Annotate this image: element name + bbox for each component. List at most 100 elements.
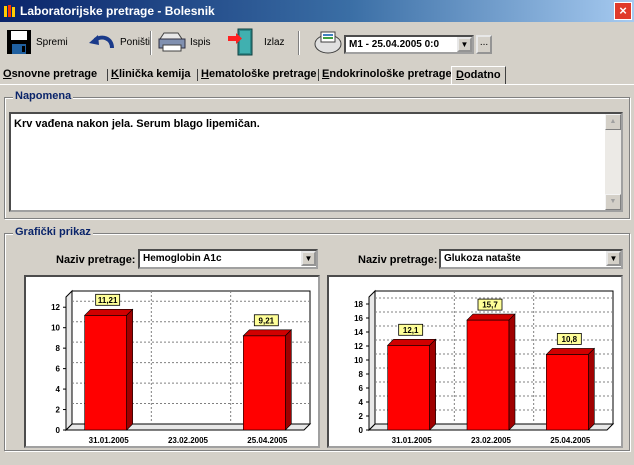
y-tick-label: 12 [354, 342, 363, 351]
tab-separator [197, 69, 198, 81]
x-tick-label: 23.02.2005 [471, 436, 512, 445]
bar [84, 315, 127, 431]
y-tick-label: 8 [56, 344, 61, 353]
tab-strip: Osnovne pretrage Klinička kemija Hematol… [0, 66, 634, 84]
exit-label: Izlaz [264, 36, 285, 48]
right-bar-chart: 0 2 4 6 8 10 12 14 16 18 31.01.2005 12,1 23.02.2005 1… [354, 289, 615, 445]
exit-door-icon [228, 28, 253, 56]
record-select[interactable]: M1 - 25.04.2005 0:0 ▼ [344, 35, 474, 54]
lab-results-window: Laboratorijske pretrage - Bolesnik × Spr… [0, 0, 634, 465]
data-label: 15,7 [482, 301, 498, 310]
record-select-value: M1 - 25.04.2005 0:0 [349, 39, 440, 50]
printer-icon [158, 32, 186, 52]
y-tick-label: 2 [56, 406, 61, 415]
y-tick-label: 10 [354, 356, 363, 365]
title-bar: Laboratorijske pretrage - Bolesnik × [0, 0, 634, 22]
bar-top [466, 313, 516, 321]
lab-device-icon [314, 31, 342, 54]
bar [546, 354, 589, 431]
note-group: Napomena Krv vađena nakon jela. Serum bl… [4, 90, 630, 219]
right-test-select-value: Glukoza natašte [444, 253, 521, 264]
undo-arrow-icon [89, 35, 114, 49]
y-tick-label: 10 [51, 324, 60, 333]
y-tick-label: 6 [56, 365, 61, 374]
floppy-disk-icon [7, 30, 31, 54]
toolbar-separator [298, 31, 300, 55]
tab-separator [318, 69, 319, 81]
y-tick-label: 0 [56, 426, 61, 435]
x-tick-label: 25.04.2005 [550, 436, 591, 445]
left-chart-panel: 0 2 4 6 8 10 12 31.01.2005 11,21 23.02.2005 25.04.… [24, 275, 320, 448]
y-tick-label: 16 [354, 314, 363, 323]
data-label: 11,21 [98, 296, 118, 305]
data-label: 12,1 [403, 326, 419, 335]
x-tick-label: 25.04.2005 [247, 436, 288, 445]
bar [387, 345, 430, 431]
window-title: Laboratorijske pretrage - Bolesnik [20, 4, 215, 18]
y-tick-label: 14 [354, 328, 363, 337]
y-tick-label: 6 [359, 384, 364, 393]
y-tick-label: 4 [359, 398, 364, 407]
note-textarea[interactable]: Krv vađena nakon jela. Serum blago lipem… [9, 112, 623, 212]
save-label: Spremi [36, 36, 68, 48]
y-tick-label: 8 [359, 370, 364, 379]
save-button[interactable]: Spremi [6, 27, 68, 57]
y-tick-label: 2 [359, 412, 364, 421]
chevron-down-icon[interactable]: ▼ [606, 251, 621, 266]
toolbar: Spremi Poništi Ispis Izlaz M1 - 25.04.20… [0, 27, 634, 61]
bar [243, 335, 286, 431]
chart-side-wall [65, 289, 73, 432]
bar [466, 319, 510, 431]
tab-dodatno[interactable]: Dodatno [451, 66, 506, 84]
print-button[interactable]: Ispis [158, 27, 211, 57]
right-test-select[interactable]: Glukoza natašte ▼ [439, 249, 623, 269]
tab-endokrinoloske-pretrage[interactable]: Endokrinološke pretrage [322, 66, 452, 84]
chart-side-wall [368, 289, 376, 432]
chart-group-caption: Grafički prikaz [13, 226, 93, 238]
print-label: Ispis [190, 36, 211, 48]
left-bar-chart: 0 2 4 6 8 10 12 31.01.2005 11,21 23.02.2005 25.04.… [51, 289, 312, 445]
close-button[interactable]: × [614, 2, 632, 20]
x-tick-label: 31.01.2005 [89, 436, 130, 445]
y-tick-label: 4 [56, 385, 61, 394]
bar-top [386, 338, 437, 346]
x-tick-label: 23.02.2005 [168, 436, 209, 445]
tab-osnovne-pretrage[interactable]: Osnovne pretrage [3, 66, 97, 84]
y-tick-label: 18 [354, 300, 363, 309]
bar-side [588, 347, 595, 431]
note-scrollbar[interactable]: ▲ ▼ [605, 114, 621, 210]
y-tick-label: 12 [51, 303, 60, 312]
more-button[interactable]: ... [476, 35, 492, 54]
chevron-down-icon[interactable]: ▼ [457, 37, 472, 52]
note-group-caption: Napomena [13, 90, 74, 102]
lab-device-button[interactable] [314, 27, 342, 57]
left-test-select-value: Hemoglobin A1c [143, 253, 222, 264]
y-tick-label: 0 [359, 426, 364, 435]
left-test-select[interactable]: Hemoglobin A1c ▼ [138, 249, 318, 269]
tab-separator [107, 69, 108, 81]
tab-klinicka-kemija[interactable]: Klinička kemija [111, 66, 191, 84]
x-tick-label: 31.01.2005 [392, 436, 433, 445]
left-test-label: Naziv pretrage: [56, 254, 136, 266]
close-icon: × [619, 3, 627, 18]
bar-side [285, 329, 292, 431]
app-icon [4, 5, 15, 17]
bar-side [429, 338, 436, 431]
bar-side [126, 308, 133, 431]
undo-label: Poništi [120, 36, 151, 48]
bar-side [508, 313, 516, 431]
right-test-label: Naziv pretrage: [358, 254, 438, 266]
data-label: 10,8 [562, 335, 578, 344]
bar-top [242, 329, 293, 337]
scroll-down-icon[interactable]: ▼ [605, 194, 621, 210]
scroll-up-icon[interactable]: ▲ [605, 114, 621, 130]
bar-top [83, 309, 134, 316]
data-label: 9,21 [259, 316, 275, 325]
toolbar-separator [150, 31, 152, 55]
bar-top [545, 348, 596, 355]
tab-hematoloske-pretrage[interactable]: Hematološke pretrage [201, 66, 317, 84]
chevron-down-icon[interactable]: ▼ [301, 251, 316, 266]
undo-button[interactable]: Poništi [86, 27, 150, 57]
exit-button[interactable]: Izlaz [226, 27, 285, 57]
note-text: Krv vađena nakon jela. Serum blago lipem… [14, 118, 260, 130]
